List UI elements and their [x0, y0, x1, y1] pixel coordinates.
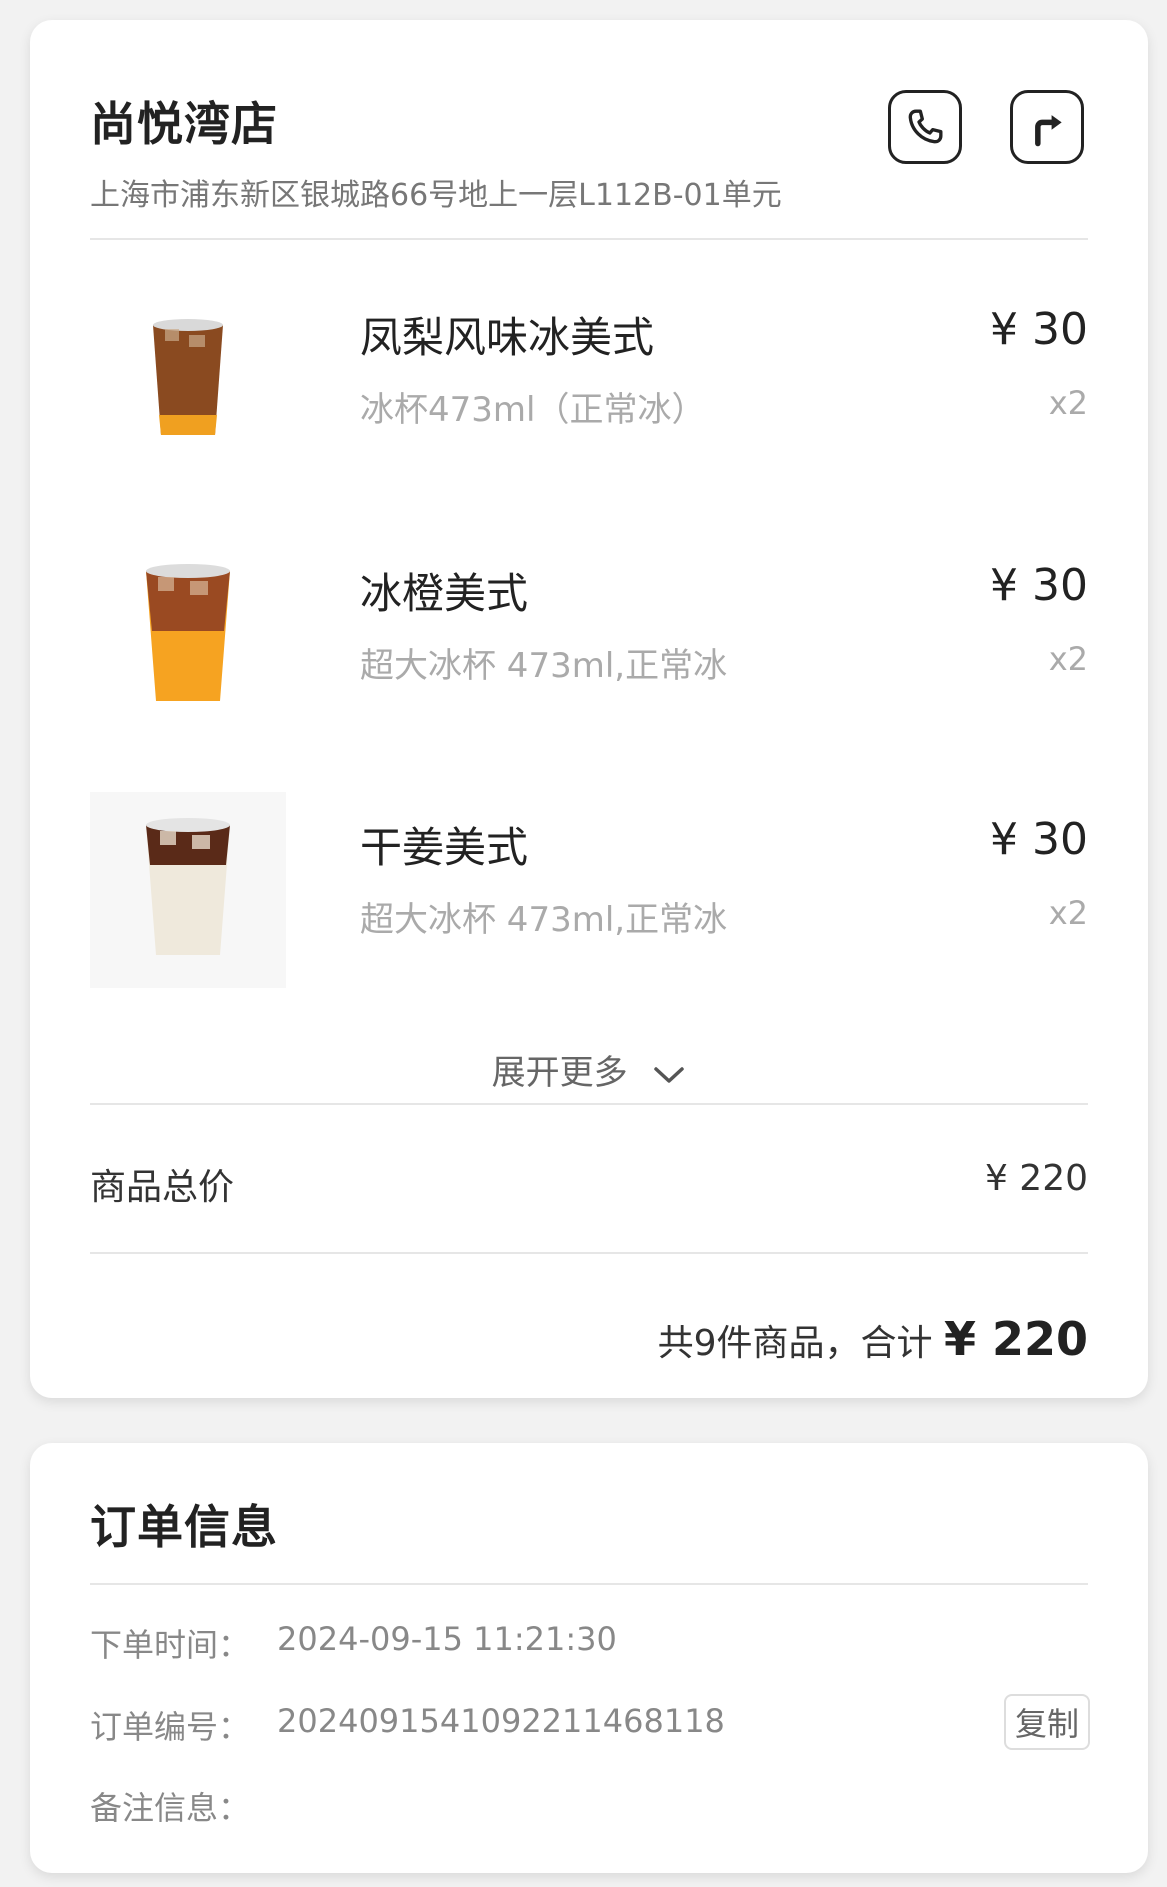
items-divider: [90, 1103, 1088, 1105]
order-time-value: 2024-09-15 11:21:30: [277, 1620, 617, 1658]
chevron-down-icon: [652, 1055, 686, 1095]
product-image: [90, 538, 286, 734]
item-price: ¥ 30: [990, 560, 1088, 611]
order-time-label: 下单时间：: [90, 1626, 251, 1664]
order-number-label: 订单编号：: [90, 1708, 251, 1746]
copy-order-number-button[interactable]: 复制: [1004, 1694, 1090, 1750]
store-address: 上海市浦东新区银城路66号地上一层L112B-01单元: [90, 178, 782, 213]
turn-right-arrow-icon: [1035, 115, 1062, 147]
subtotal-value: ¥ 220: [984, 1158, 1088, 1199]
item-price: ¥ 30: [990, 304, 1088, 355]
order-item: 凤梨风味冰美式 冰杯473ml（正常冰） ¥ 30 x2: [90, 282, 1088, 482]
order-info-card: 订单信息 下单时间： 2024-09-15 11:21:30 订单编号： 202…: [30, 1443, 1148, 1873]
item-price: ¥ 30: [990, 814, 1088, 865]
order-item: 干姜美式 超大冰杯 473ml,正常冰 ¥ 30 x2: [90, 792, 1088, 992]
product-image: [90, 792, 286, 988]
store-card: 尚悦湾店 上海市浦东新区银城路66号地上一层L112B-01单元 凤梨风味冰美式…: [30, 20, 1148, 1398]
header-divider: [90, 238, 1088, 240]
item-spec: 超大冰杯 473ml,正常冰: [360, 900, 728, 940]
item-spec: 超大冰杯 473ml,正常冰: [360, 646, 728, 686]
item-name: 冰橙美式: [360, 569, 529, 618]
product-image: [90, 282, 286, 478]
navigate-button[interactable]: [1010, 90, 1084, 164]
phone-icon: [908, 109, 943, 144]
store-name: 尚悦湾店: [90, 97, 278, 151]
item-name: 干姜美式: [360, 823, 529, 872]
subtotal-divider: [90, 1252, 1088, 1254]
item-spec: 冰杯473ml（正常冰）: [360, 390, 706, 430]
call-store-button[interactable]: [888, 90, 962, 164]
order-summary: 共9件商品，合计 ¥ 220: [658, 1312, 1088, 1366]
item-quantity: x2: [1048, 640, 1088, 678]
item-quantity: x2: [1048, 894, 1088, 932]
summary-total: ¥ 220: [943, 1312, 1088, 1366]
summary-prefix: 共9件商品，合计: [657, 1323, 933, 1364]
subtotal-label: 商品总价: [90, 1167, 235, 1208]
order-note-label: 备注信息：: [90, 1789, 251, 1827]
expand-more-button[interactable]: 展开更多: [30, 1045, 1148, 1095]
item-quantity: x2: [1048, 384, 1088, 422]
order-info-title: 订单信息: [90, 1500, 278, 1554]
item-name: 凤梨风味冰美式: [360, 313, 655, 362]
order-number-value: 2024091541092211468118: [277, 1702, 725, 1740]
order-item: 冰橙美式 超大冰杯 473ml,正常冰 ¥ 30 x2: [90, 538, 1088, 738]
order-info-divider: [90, 1583, 1088, 1585]
expand-more-label: 展开更多: [491, 1053, 628, 1093]
